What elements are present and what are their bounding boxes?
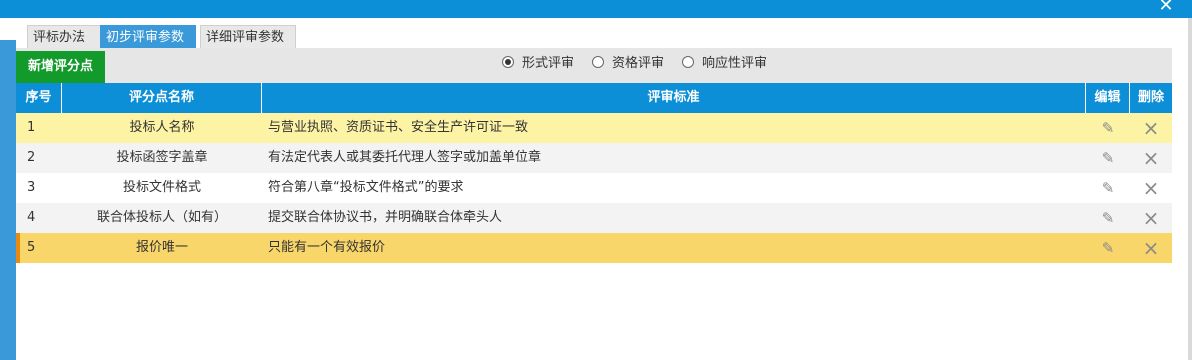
column-header-name: 评分点名称 <box>62 83 262 113</box>
pencil-icon[interactable]: ✎ <box>1102 203 1115 233</box>
row-standard: 符合第八章“投标文件格式”的要求 <box>268 180 464 195</box>
row-name: 报价唯一 <box>135 240 188 255</box>
row-number: 5 <box>27 240 36 255</box>
table-row[interactable]: 4 联合体投标人（如有） 提交联合体协议书，并明确联合体牵头人 ✎ × <box>16 203 1172 233</box>
radio-checked-icon[interactable] <box>502 55 514 68</box>
edit-cell: ✎ <box>1086 203 1130 233</box>
row-name: 投标人名称 <box>129 120 195 135</box>
row-name: 联合体投标人（如有） <box>96 210 227 225</box>
review-type-radio-group: 形式评审 资格评审 响应性评审 <box>502 48 785 75</box>
left-panel-edge <box>0 40 16 360</box>
close-icon[interactable]: × <box>1143 143 1160 173</box>
delete-cell: × <box>1130 113 1172 143</box>
tab-preliminary-review-params[interactable]: 初步评审参数 <box>100 25 196 48</box>
row-standard: 与营业执照、资质证书、安全生产许可证一致 <box>268 120 529 135</box>
row-number: 3 <box>27 180 36 195</box>
delete-cell: × <box>1130 143 1172 173</box>
row-standard: 提交联合体协议书，并明确联合体牵头人 <box>268 210 503 225</box>
close-icon[interactable]: × <box>1143 233 1160 263</box>
edit-cell: ✎ <box>1086 143 1130 173</box>
edit-cell: ✎ <box>1086 233 1130 263</box>
row-standard: 有法定代表人或其委托代理人签字或加盖单位章 <box>268 150 542 165</box>
tab-scoring-method[interactable]: 评标办法 <box>27 25 106 48</box>
tab-bar: 评标办法 初步评审参数 详细评审参数 <box>16 18 1188 48</box>
add-scoring-point-button[interactable]: 新增评分点 <box>16 51 105 83</box>
radio-unchecked-icon[interactable] <box>682 55 695 68</box>
close-icon[interactable]: ✕ <box>1156 0 1176 16</box>
close-icon[interactable]: × <box>1143 113 1160 143</box>
radio-form-review[interactable]: 形式评审 <box>502 52 574 71</box>
radio-label: 资格评审 <box>612 56 665 71</box>
column-header-standard: 评审标准 <box>262 83 1086 113</box>
window-title-bar: ✕ <box>0 0 1192 18</box>
radio-qualification-review[interactable]: 资格评审 <box>592 52 664 71</box>
row-name: 投标文件格式 <box>122 180 201 195</box>
scoring-points-table: 序号 评分点名称 评审标准 编辑 删除 1 投标人名称 与营业执照、资质证书、安… <box>16 83 1172 263</box>
right-panel-edge <box>1188 18 1192 360</box>
row-number: 2 <box>27 150 36 165</box>
close-icon[interactable]: × <box>1143 173 1160 203</box>
row-number: 4 <box>27 210 36 225</box>
edit-cell: ✎ <box>1086 173 1130 203</box>
pencil-icon[interactable]: ✎ <box>1102 233 1115 263</box>
edit-cell: ✎ <box>1086 113 1130 143</box>
column-header-no: 序号 <box>16 83 62 113</box>
tab-detailed-review-params[interactable]: 详细评审参数 <box>200 25 296 48</box>
radio-label: 形式评审 <box>522 56 575 71</box>
radio-unchecked-icon[interactable] <box>592 55 605 68</box>
close-icon[interactable]: × <box>1143 203 1160 233</box>
column-header-delete: 删除 <box>1137 90 1164 105</box>
table-row[interactable]: 1 投标人名称 与营业执照、资质证书、安全生产许可证一致 ✎ × <box>16 113 1172 143</box>
table-row[interactable]: 3 投标文件格式 符合第八章“投标文件格式”的要求 ✎ × <box>16 173 1172 203</box>
table-row-selected[interactable]: 5 报价唯一 只能有一个有效报价 ✎ × <box>16 233 1172 263</box>
row-name: 投标函签字盖章 <box>116 150 208 165</box>
pencil-icon[interactable]: ✎ <box>1102 143 1115 173</box>
row-standard: 只能有一个有效报价 <box>268 240 386 255</box>
table-row[interactable]: 2 投标函签字盖章 有法定代表人或其委托代理人签字或加盖单位章 ✎ × <box>16 143 1172 173</box>
pencil-icon[interactable]: ✎ <box>1102 113 1115 143</box>
radio-responsiveness-review[interactable]: 响应性评审 <box>682 52 767 71</box>
column-header-edit: 编辑 <box>1086 83 1130 113</box>
row-number: 1 <box>27 120 36 135</box>
delete-cell: × <box>1130 233 1172 263</box>
pencil-icon[interactable]: ✎ <box>1102 173 1115 203</box>
radio-label: 响应性评审 <box>702 56 768 71</box>
delete-cell: × <box>1130 173 1172 203</box>
table-header: 序号 评分点名称 评审标准 编辑 删除 <box>16 83 1172 113</box>
delete-cell: × <box>1130 203 1172 233</box>
toolbar: 新增评分点 形式评审 资格评审 响应性评审 <box>16 48 1172 83</box>
